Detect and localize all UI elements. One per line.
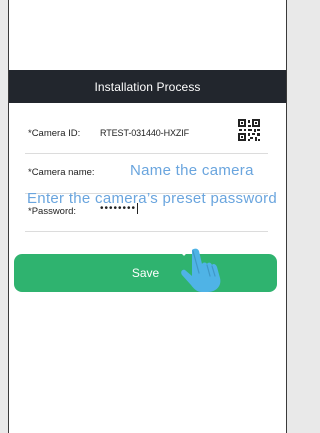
- camera-name-row[interactable]: *Camera name: Name the camera: [25, 153, 268, 194]
- title-bar: Installation Process: [9, 70, 286, 103]
- save-button[interactable]: Save: [14, 254, 277, 292]
- camera-name-label: *Camera name:: [28, 167, 95, 178]
- qr-code-icon[interactable]: [238, 119, 260, 141]
- password-hint: Enter the camera’s preset password: [27, 190, 278, 207]
- page-title: Installation Process: [94, 79, 201, 94]
- tap-hand-icon: [181, 239, 221, 292]
- camera-name-hint: Name the camera: [130, 162, 254, 179]
- phone-screen: Installation Process *Camera ID: RTEST-0…: [8, 0, 287, 433]
- save-button-label: Save: [131, 266, 160, 280]
- camera-id-label: *Camera ID:: [28, 128, 81, 139]
- password-label: *Password:: [28, 206, 77, 217]
- camera-id-value: RTEST-031440-HXZIF: [100, 128, 190, 138]
- camera-id-row: *Camera ID: RTEST-031440-HXZIF: [25, 110, 268, 154]
